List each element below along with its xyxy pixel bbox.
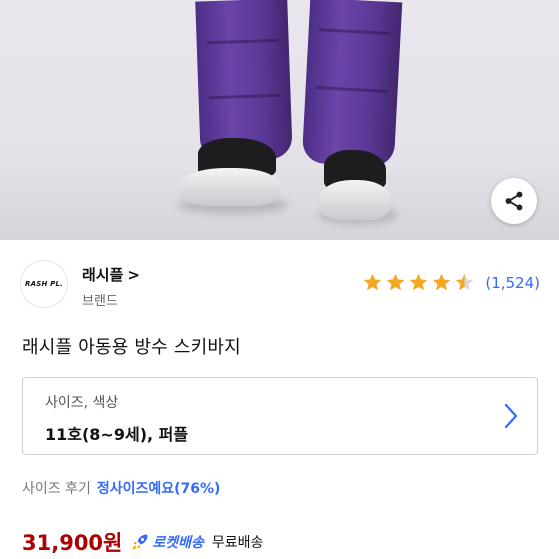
chevron-right-icon — [504, 403, 518, 429]
price-amount: 31,900원 — [22, 531, 123, 555]
share-button[interactable] — [491, 178, 537, 224]
option-selector[interactable]: 사이즈, 색상 11호(8~9세), 퍼플 — [22, 377, 538, 455]
product-photo-right-shoe — [320, 150, 392, 222]
product-photo-left-shoe — [180, 138, 280, 208]
option-value: 11호(8~9세), 퍼플 — [45, 425, 189, 444]
size-review-fit: 정사이즈예요(76%) — [96, 481, 221, 497]
brand-chevron: > — [127, 265, 140, 284]
rating[interactable]: (1,524) — [362, 272, 540, 293]
rating-count[interactable]: (1,524) — [485, 274, 540, 292]
rocket-delivery-badge: 로켓배송 — [130, 532, 204, 552]
star-icon — [387, 273, 405, 291]
pants-right-leg — [301, 0, 403, 168]
product-image[interactable] — [0, 0, 559, 240]
price-row: 31,900원 로켓배송 무료배송 — [22, 527, 263, 557]
star-icon — [364, 273, 382, 291]
rocket-icon — [132, 534, 148, 550]
product-title: 래시플 아동용 방수 스키바지 — [22, 337, 241, 358]
star-icon — [433, 273, 451, 291]
size-review[interactable]: 사이즈 후기 정사이즈예요(76%) — [22, 478, 220, 498]
free-shipping-label: 무료배송 — [211, 535, 264, 551]
rocket-delivery-label: 로켓배송 — [152, 535, 204, 551]
pants-left-leg — [195, 0, 293, 162]
size-review-label: 사이즈 후기 — [22, 481, 91, 497]
product-photo-pants — [178, 0, 408, 168]
brand-name: 래시플 — [82, 266, 124, 284]
share-icon — [505, 191, 523, 211]
brand-logo[interactable]: RASH PL. — [20, 260, 68, 308]
brand-row: RASH PL. 래시플 > 브랜드 (1,524) — [20, 260, 540, 316]
star-icon — [410, 273, 428, 291]
brand-link[interactable]: 래시플 > — [82, 264, 140, 285]
star-half-icon — [456, 273, 474, 291]
brand-sub-label: 브랜드 — [82, 294, 118, 309]
brand-logo-text: RASH PL. — [25, 280, 63, 288]
option-label: 사이즈, 색상 — [45, 395, 119, 411]
